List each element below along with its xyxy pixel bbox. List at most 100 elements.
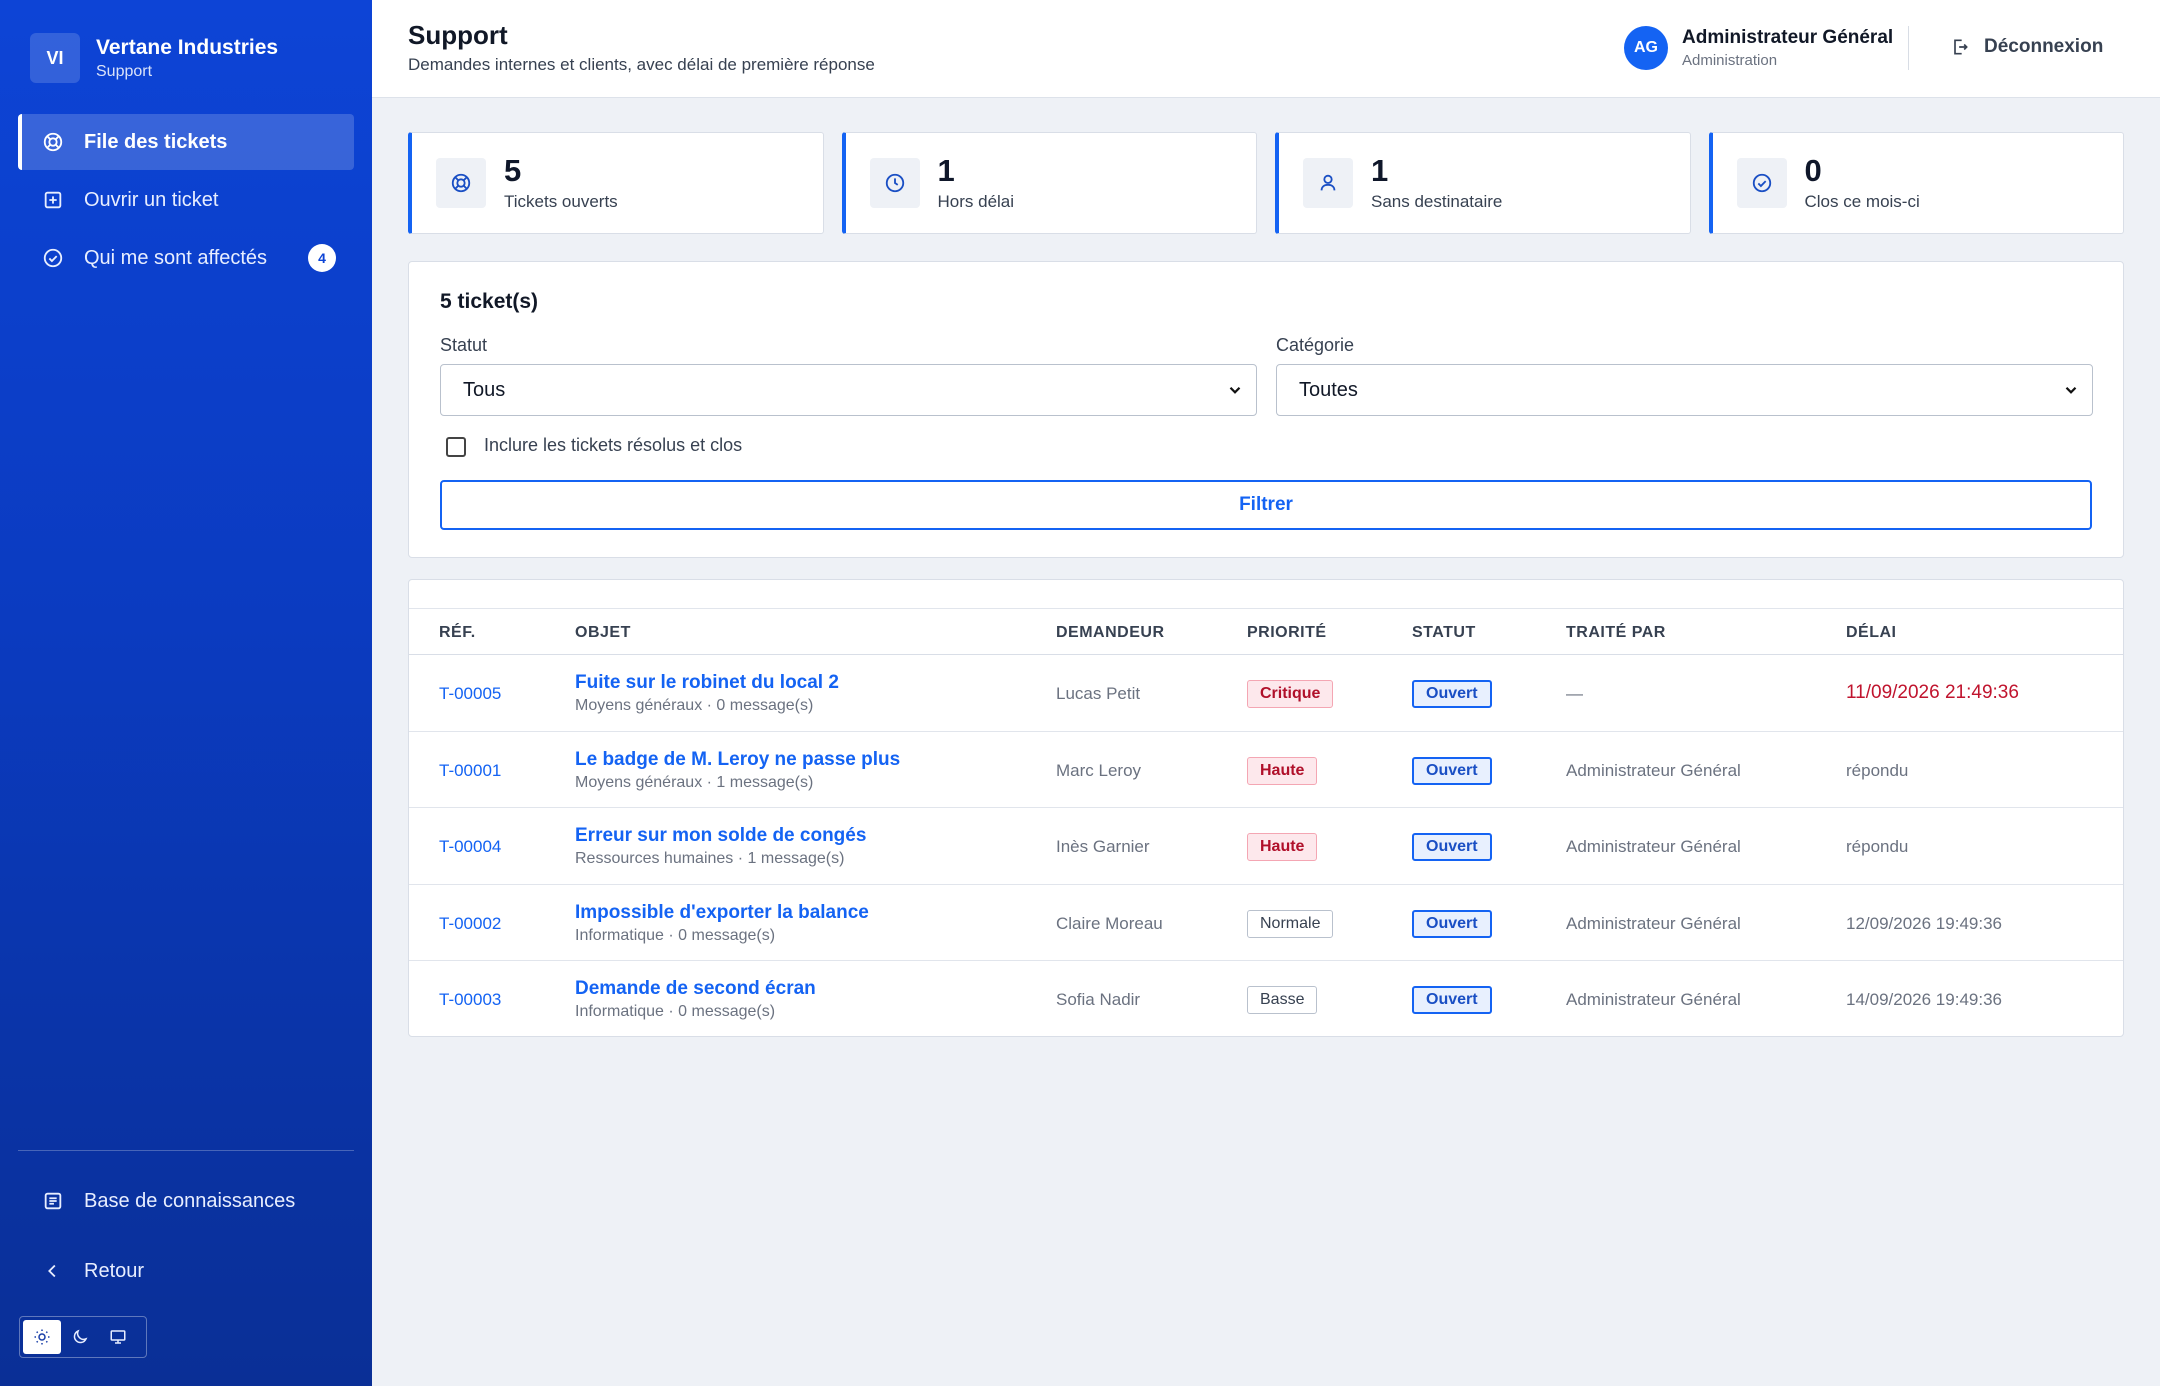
status-select[interactable]: Tous: [440, 364, 1257, 416]
moon-icon[interactable]: [61, 1320, 99, 1354]
stat-value: 1: [937, 152, 955, 188]
stat-card-unassigned: 1 Sans destinataire: [1275, 132, 1691, 234]
priority-badge: Critique: [1247, 680, 1334, 708]
priority-badge: Haute: [1247, 756, 1318, 785]
sun-icon[interactable]: [23, 1320, 61, 1354]
column-header-priority[interactable]: PRIORITÉ: [1247, 624, 1327, 642]
ticket-agent: Administrateur Général: [1566, 760, 1741, 780]
clock-icon: [869, 158, 920, 208]
sidebar-item-label: Qui me sont affectés: [84, 246, 268, 269]
table-row[interactable]: T-00003 Demande de second écran Informat…: [409, 961, 2123, 1036]
check-circle-icon: [1736, 158, 1787, 208]
ticket-ref[interactable]: T-00002: [439, 914, 501, 934]
priority-badge: Haute: [1247, 833, 1318, 861]
ticket-agent: Administrateur Général: [1566, 837, 1741, 856]
ticket-title[interactable]: Le badge de M. Leroy ne passe plus: [575, 749, 900, 771]
table-header: RÉF. OBJET DEMANDEUR PRIORITÉ STATUT TRA…: [409, 609, 2123, 655]
ticket-title[interactable]: Erreur sur mon solde de congés: [575, 825, 866, 847]
status-badge: Ouvert: [1412, 756, 1492, 785]
filter-panel: 5 ticket(s) Statut Tous Catégorie Toutes…: [408, 261, 2124, 558]
tickets-table: RÉF. OBJET DEMANDEUR PRIORITÉ STATUT TRA…: [408, 579, 2124, 1037]
lifebuoy-icon: [436, 158, 486, 208]
category-select-value: Toutes: [1299, 378, 1358, 401]
sidebar-divider: [18, 1150, 354, 1151]
ticket-meta: Ressources humaines · 1 message(s): [575, 850, 845, 867]
ticket-delay: 12/09/2026 19:49:36: [1846, 913, 2002, 933]
table-row[interactable]: T-00002 Impossible d'exporter la balance…: [409, 885, 2123, 961]
sidebar-nav: File des tickets Ouvrir un ticket Qui me…: [18, 114, 354, 288]
ticket-agent: Administrateur Général: [1566, 913, 1741, 933]
priority-badge: Basse: [1247, 986, 1318, 1014]
filter-button[interactable]: Filtrer: [440, 480, 2092, 530]
include-closed-label[interactable]: Inclure les tickets résolus et clos: [484, 435, 742, 456]
logout-label: Déconnexion: [1984, 36, 2104, 57]
column-header-delay[interactable]: DÉLAI: [1846, 624, 1897, 642]
top-header: Support Demandes internes et clients, av…: [372, 0, 2160, 98]
stat-card-overdue: 1 Hors délai: [841, 132, 1257, 234]
header-divider: [1908, 26, 1909, 70]
stat-value: 5: [504, 152, 522, 188]
category-select[interactable]: Toutes: [1276, 364, 2093, 416]
column-header-ref[interactable]: RÉF.: [439, 624, 476, 642]
sidebar-item-open-ticket[interactable]: Ouvrir un ticket: [18, 172, 354, 228]
stat-card-closed: 0 Clos ce mois-ci: [1708, 132, 2124, 234]
ticket-ref[interactable]: T-00005: [439, 684, 501, 704]
stat-value: 0: [1804, 152, 1822, 188]
chevron-down-icon: [1226, 381, 1244, 399]
sidebar-item-back[interactable]: Retour: [18, 1243, 354, 1299]
avatar: AG: [1624, 26, 1668, 70]
ticket-ref[interactable]: T-00004: [439, 837, 501, 857]
sidebar-item-knowledge-base[interactable]: Base de connaissances: [18, 1173, 354, 1229]
brand-name: Vertane Industries: [96, 35, 279, 59]
ticket-ref[interactable]: T-00003: [439, 990, 501, 1010]
logout-button[interactable]: Déconnexion: [1950, 36, 2103, 58]
monitor-icon[interactable]: [99, 1320, 137, 1354]
column-header-requester[interactable]: DEMANDEUR: [1056, 624, 1165, 642]
ticket-delay: 14/09/2026 19:49:36: [1846, 990, 2002, 1009]
status-select-value: Tous: [463, 378, 506, 401]
user-profile[interactable]: AG Administrateur Général Administration: [1624, 26, 1893, 70]
priority-badge: Normale: [1247, 909, 1334, 938]
ticket-delay: 11/09/2026 21:49:36: [1846, 682, 2019, 703]
stats-row: 5 Tickets ouverts 1 Hors délai 1 Sans de…: [408, 132, 2124, 234]
sidebar-item-assigned[interactable]: Qui me sont affectés 4: [18, 230, 354, 286]
include-closed-checkbox[interactable]: [446, 437, 466, 457]
column-header-agent[interactable]: TRAITÉ PAR: [1566, 624, 1666, 642]
user-icon: [1303, 158, 1353, 208]
theme-switcher: [19, 1316, 147, 1358]
table-row[interactable]: T-00005 Fuite sur le robinet du local 2 …: [409, 655, 2123, 732]
ticket-ref[interactable]: T-00001: [439, 761, 501, 781]
brand[interactable]: VI Vertane Industries Support: [30, 33, 278, 83]
stat-label: Hors délai: [937, 191, 1015, 211]
ticket-meta: Informatique · 0 message(s): [575, 1003, 776, 1020]
column-header-status[interactable]: STATUT: [1412, 624, 1476, 642]
column-header-subject[interactable]: OBJET: [575, 624, 631, 642]
ticket-count: 5 ticket(s): [440, 290, 539, 313]
ticket-delay: répondu: [1846, 760, 1909, 780]
plus-square-icon: [42, 189, 64, 211]
table-row[interactable]: T-00001 Le badge de M. Leroy ne passe pl…: [409, 732, 2123, 808]
status-filter-label: Statut: [440, 335, 488, 355]
stat-value: 1: [1371, 152, 1389, 188]
sidebar-back-nav: Retour: [18, 1243, 354, 1301]
ticket-agent: Administrateur Général: [1566, 990, 1741, 1009]
status-badge: Ouvert: [1412, 986, 1492, 1014]
ticket-agent: —: [1566, 684, 1583, 703]
ticket-title[interactable]: Fuite sur le robinet du local 2: [575, 672, 839, 694]
ticket-meta: Moyens généraux · 0 message(s): [575, 697, 814, 714]
status-badge: Ouvert: [1412, 680, 1492, 708]
ticket-title[interactable]: Impossible d'exporter la balance: [575, 902, 869, 924]
ticket-requester: Sofia Nadir: [1056, 990, 1141, 1009]
sidebar-item-label: Base de connaissances: [84, 1189, 296, 1212]
ticket-title[interactable]: Demande de second écran: [575, 978, 816, 1000]
sidebar-bottom-nav: Base de connaissances: [18, 1173, 354, 1231]
chevron-down-icon: [2062, 381, 2080, 399]
ticket-delay: répondu: [1846, 837, 1909, 856]
table-row[interactable]: T-00004 Erreur sur mon solde de congés R…: [409, 808, 2123, 885]
status-badge: Ouvert: [1412, 909, 1492, 938]
sidebar: VI Vertane Industries Support File des t…: [0, 0, 372, 1386]
brand-logo: VI: [30, 33, 80, 83]
ticket-meta: Moyens généraux · 1 message(s): [575, 773, 814, 791]
sidebar-item-ticket-queue[interactable]: File des tickets: [18, 114, 354, 170]
ticket-requester: Lucas Petit: [1056, 684, 1141, 703]
